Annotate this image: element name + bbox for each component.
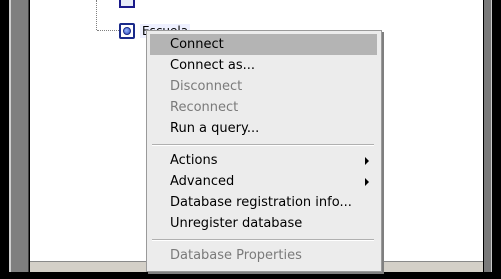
database-icon [119,22,135,39]
context-menu: Connect Connect as... Disconnect Reconne… [146,30,382,272]
tree-node-previous[interactable] [119,0,140,8]
menu-separator [152,239,374,241]
menu-item-database-properties: Database Properties [150,245,377,266]
menu-item-actions[interactable]: Actions [150,150,377,171]
menu-item-run-query[interactable]: Run a query... [150,118,377,139]
menu-item-disconnect: Disconnect [150,76,377,97]
window-frame-right [484,0,492,272]
menu-item-label: Database Properties [170,248,302,263]
submenu-arrow-icon [365,157,369,165]
menu-separator [152,144,374,146]
menu-item-unregister-database[interactable]: Unregister database [150,213,377,234]
menu-item-label: Connect as... [170,58,256,73]
database-icon [119,0,135,8]
menu-item-advanced[interactable]: Advanced [150,171,377,192]
tree-connector-horizontal [97,30,119,31]
menu-item-connect-as[interactable]: Connect as... [150,55,377,76]
menu-item-label: Database registration info... [170,195,352,210]
menu-item-label: Run a query... [170,121,260,136]
tree-connector-vertical [96,0,97,30]
submenu-arrow-icon [365,178,369,186]
menu-item-label: Disconnect [170,79,243,94]
menu-item-label: Reconnect [170,100,239,115]
menu-item-reconnect: Reconnect [150,97,377,118]
window-frame-left [9,0,29,272]
menu-item-connect[interactable]: Connect [150,34,377,55]
menu-item-label: Actions [170,153,218,168]
menu-item-label: Unregister database [170,216,303,231]
menu-item-database-registration-info[interactable]: Database registration info... [150,192,377,213]
menu-item-label: Advanced [170,174,235,189]
menu-item-label: Connect [170,37,224,52]
